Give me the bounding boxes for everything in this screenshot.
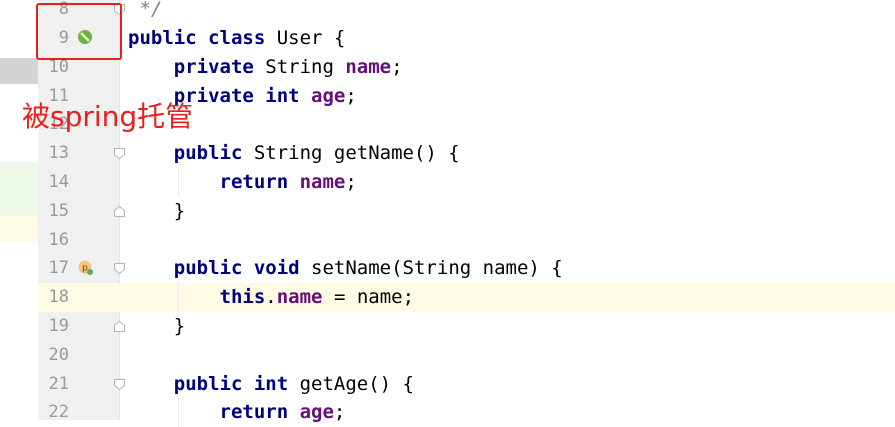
code-token: = name;: [322, 286, 415, 309]
property-setter-icon[interactable]: p: [78, 260, 94, 276]
code-token: int: [265, 84, 312, 107]
code-token: .: [265, 286, 277, 309]
code-token: ;: [391, 55, 403, 78]
code-token: User {: [276, 27, 346, 49]
code-token: ;: [345, 171, 357, 193]
code-line[interactable]: }: [120, 312, 895, 341]
code-token: public: [128, 27, 209, 49]
line-number: 14: [48, 172, 69, 192]
code-line[interactable]: [120, 110, 895, 139]
code-line[interactable]: }: [120, 197, 895, 226]
code-line[interactable]: return age;: [120, 398, 895, 427]
line-number: 17: [48, 258, 69, 279]
code-editor[interactable]: */ public class User { private String nam…: [120, 0, 895, 423]
code-token: ;: [345, 84, 357, 107]
annotation-label: 被spring托管: [22, 100, 194, 133]
code-token: int: [253, 372, 300, 395]
indent-guide: [178, 168, 179, 197]
code-line[interactable]: private String name;: [120, 53, 895, 82]
line-number: 13: [48, 143, 69, 164]
code-token: return: [219, 401, 300, 424]
code-line[interactable]: public String getName() {: [120, 139, 895, 168]
code-token: }: [128, 315, 186, 337]
code-token: name: [345, 55, 392, 78]
code-token: */: [128, 0, 163, 21]
code-line[interactable]: return name;: [120, 168, 895, 197]
code-line[interactable]: [120, 226, 895, 255]
code-token: this: [219, 286, 266, 309]
line-number: 22: [48, 402, 69, 423]
code-token: name: [276, 286, 323, 309]
code-token: }: [128, 199, 186, 222]
line-number: 20: [48, 344, 69, 365]
line-number: 18: [48, 287, 69, 308]
line-number: 16: [48, 229, 69, 250]
code-token: setName(String name) {: [311, 257, 563, 280]
code-token: class: [208, 27, 277, 49]
annotation-box: [36, 3, 122, 60]
code-token: return: [219, 171, 300, 193]
strip-selection: [0, 58, 38, 84]
code-token: String: [265, 55, 346, 78]
code-token: String getName() {: [253, 142, 460, 165]
code-token: public: [173, 142, 254, 165]
code-line[interactable]: [120, 341, 895, 370]
code-token: age: [299, 401, 334, 424]
code-token: public: [173, 372, 254, 395]
strip-change-marker: [0, 162, 38, 216]
code-line[interactable]: private int age;: [120, 82, 895, 111]
code-token: getAge() {: [299, 372, 414, 395]
strip-current-marker: [0, 216, 38, 242]
code-token: age: [311, 84, 346, 107]
code-line[interactable]: public int getAge() {: [120, 370, 895, 399]
code-line[interactable]: public class User {: [120, 24, 895, 53]
line-number: 15: [48, 200, 69, 221]
left-panel-strip: [0, 0, 38, 420]
code-token: ;: [333, 401, 346, 424]
line-number: 21: [48, 373, 69, 394]
code-line[interactable]: */: [120, 0, 895, 24]
code-token: private: [173, 55, 266, 78]
code-line[interactable]: this.name = name;: [120, 283, 895, 312]
indent-guide: [178, 398, 179, 427]
line-number: 19: [48, 316, 69, 336]
code-token: public: [173, 257, 254, 280]
indent-guide: [178, 283, 179, 312]
code-token: name: [299, 171, 346, 193]
code-token: void: [253, 257, 312, 280]
code-line[interactable]: public void setName(String name) {: [120, 254, 895, 283]
